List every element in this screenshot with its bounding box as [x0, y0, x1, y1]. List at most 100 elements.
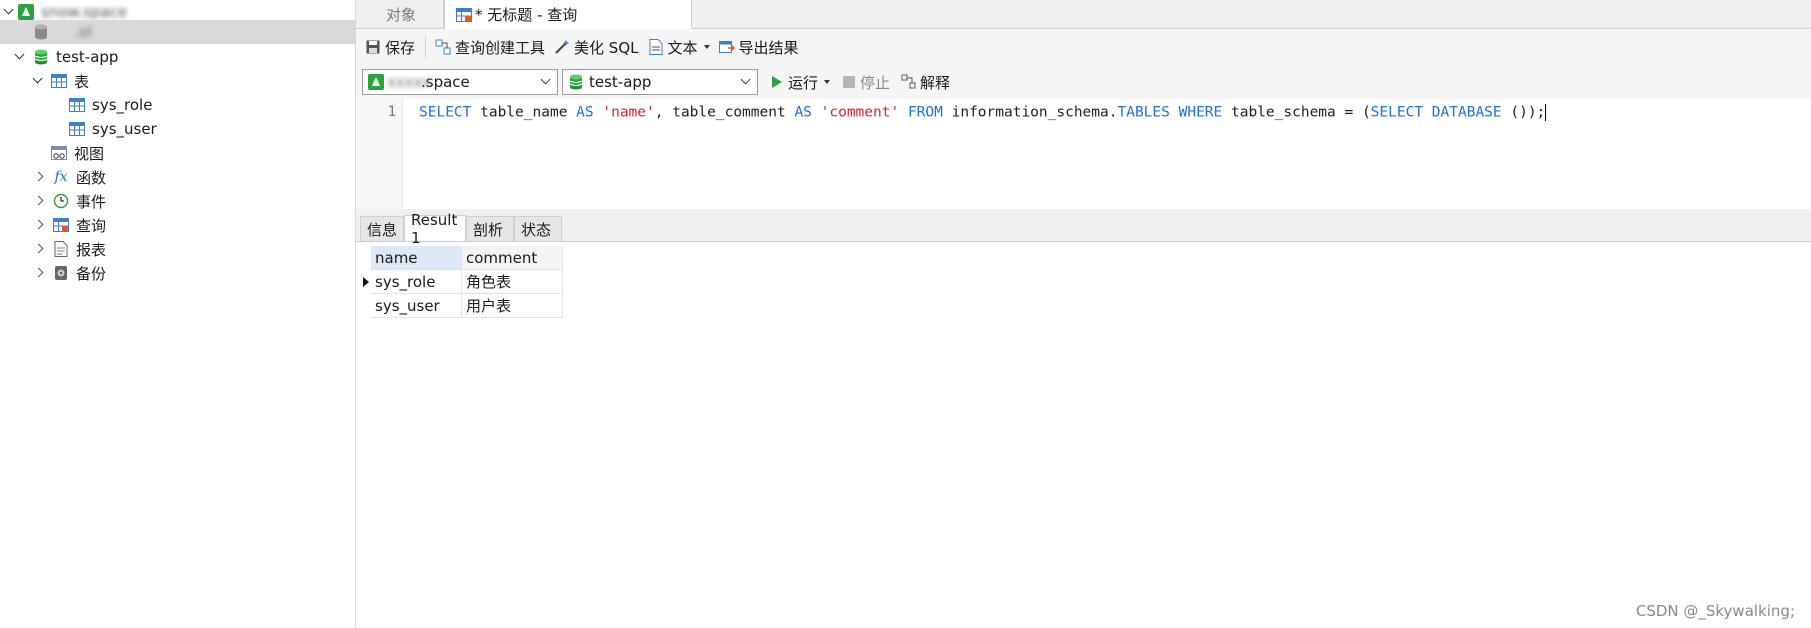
cell-value: 角色表: [466, 273, 512, 291]
chevron-right-icon[interactable]: [34, 170, 48, 184]
beautify-sql-label: 美化 SQL: [574, 38, 639, 57]
chevron-right-icon[interactable]: [34, 194, 48, 208]
beautify-sql-button[interactable]: 美化 SQL: [553, 37, 639, 58]
table-cell[interactable]: sys_role: [371, 270, 462, 294]
query-builder-icon: [434, 38, 452, 56]
export-results-label: 导出结果: [738, 38, 799, 57]
query-builder-label: 查询创建工具: [455, 38, 546, 57]
explain-button[interactable]: 解释: [900, 72, 950, 93]
tree-views-label: 视图: [74, 144, 105, 163]
tab-result-1[interactable]: Result 1: [404, 211, 466, 247]
stop-button[interactable]: 停止: [840, 72, 890, 93]
tree-tables-row[interactable]: 表: [0, 69, 355, 93]
sql-string: 'name': [602, 104, 655, 121]
chevron-right-icon[interactable]: [34, 242, 48, 256]
database-select[interactable]: test-app: [562, 69, 758, 95]
tree-table-item[interactable]: sys_role: [0, 93, 355, 117]
column-header-label: name: [375, 248, 418, 267]
tab-profile-label: 剖析: [473, 220, 504, 239]
backup-icon: [52, 264, 70, 282]
caret-down-icon: [703, 45, 710, 49]
sql-string: 'comment': [820, 104, 900, 121]
object-tree[interactable]: snow.space .ol test-app 表 sys_role sys_u…: [0, 0, 356, 628]
line-gutter: 1: [356, 99, 403, 209]
sql-text: , table_comment: [654, 104, 795, 121]
tab-info[interactable]: 信息: [360, 216, 404, 241]
query-icon: [52, 216, 70, 234]
function-icon: fx: [54, 169, 68, 185]
tree-table-item[interactable]: sys_user: [0, 117, 355, 141]
table-cell[interactable]: 用户表: [462, 294, 563, 318]
sql-text: table_schema = (: [1222, 104, 1371, 121]
sql-keyword: AS: [576, 104, 594, 121]
tree-events-row[interactable]: 事件: [0, 189, 355, 213]
tree-backups-label: 备份: [76, 264, 107, 283]
tree-functions-row[interactable]: fx 函数: [0, 165, 355, 189]
sql-text: information_schema.: [942, 104, 1118, 121]
text-menu-button[interactable]: 文本: [647, 37, 710, 58]
tree-table-label: sys_role: [92, 96, 153, 114]
sql-text: table_name: [471, 104, 577, 121]
tree-reports-row[interactable]: 报表: [0, 237, 355, 261]
tab-objects[interactable]: 对象: [356, 0, 444, 28]
database-icon: [32, 48, 50, 66]
cell-value: 用户表: [466, 297, 512, 315]
save-button[interactable]: 保存: [364, 37, 415, 58]
chevron-down-icon[interactable]: [3, 5, 17, 19]
database-gray-icon: [32, 23, 50, 41]
chevron-down-icon[interactable]: [32, 74, 46, 88]
tree-backups-row[interactable]: 备份: [0, 261, 355, 285]
tree-table-label: sys_user: [92, 120, 157, 138]
chevron-down-icon: [540, 74, 551, 85]
row-indicator[interactable]: [360, 270, 370, 294]
save-icon: [364, 38, 382, 56]
tree-database-row[interactable]: test-app: [0, 45, 355, 69]
query-tab-icon: [455, 6, 473, 24]
sql-keyword: WHERE: [1178, 104, 1223, 121]
tab-profile[interactable]: 剖析: [466, 216, 514, 241]
explain-icon: [900, 73, 918, 91]
row-indicator[interactable]: [360, 294, 370, 318]
tab-query[interactable]: * 无标题 - 查询: [444, 0, 692, 29]
watermark: CSDN @_Skywalking;: [1635, 602, 1795, 620]
run-button[interactable]: 运行: [768, 72, 831, 93]
document-icon: [647, 38, 665, 56]
sql-editor[interactable]: 1 SELECT table_name AS 'name', table_com…: [356, 99, 1811, 209]
column-header-comment[interactable]: comment: [462, 246, 563, 270]
run-button-label: 运行: [788, 73, 819, 92]
export-results-button[interactable]: 导出结果: [718, 37, 799, 58]
save-button-label: 保存: [385, 38, 416, 57]
tree-schema-row[interactable]: .ol: [0, 20, 355, 44]
table-cell[interactable]: 角色表: [462, 270, 563, 294]
query-builder-button[interactable]: 查询创建工具: [434, 37, 545, 58]
tab-query-label: * 无标题 - 查询: [475, 6, 578, 24]
chevron-right-icon[interactable]: [34, 266, 48, 280]
tab-status[interactable]: 状态: [514, 216, 562, 241]
tree-views-row[interactable]: 视图: [0, 141, 355, 165]
connection-select[interactable]: xxxxx .space: [362, 69, 558, 95]
table-cell[interactable]: sys_user: [371, 294, 462, 318]
caret-down-icon: [824, 80, 831, 84]
explain-button-label: 解释: [920, 73, 951, 92]
toolbar-divider: [425, 36, 427, 58]
chevron-down-icon: [740, 74, 751, 85]
cell-value: sys_role: [375, 272, 436, 291]
tab-result-1-label: Result 1: [411, 210, 458, 247]
sql-keyword: FROM: [907, 104, 943, 121]
tree-queries-row[interactable]: 查询: [0, 213, 355, 237]
query-toolbar: 保存 查询创建工具 美化 SQL 文本 导出结果: [356, 29, 1811, 65]
table-icon: [68, 96, 86, 114]
current-row-arrow-icon: [363, 277, 369, 287]
column-header-name[interactable]: name: [371, 246, 462, 270]
sql-text: ());: [1501, 104, 1546, 121]
play-icon: [768, 73, 786, 91]
chevron-right-icon[interactable]: [34, 218, 48, 232]
sql-keyword: SELECT: [1370, 104, 1424, 121]
chevron-down-icon[interactable]: [14, 50, 28, 64]
stop-button-label: 停止: [860, 73, 891, 92]
sql-code-line[interactable]: SELECT table_name AS 'name', table_comme…: [419, 104, 1547, 121]
